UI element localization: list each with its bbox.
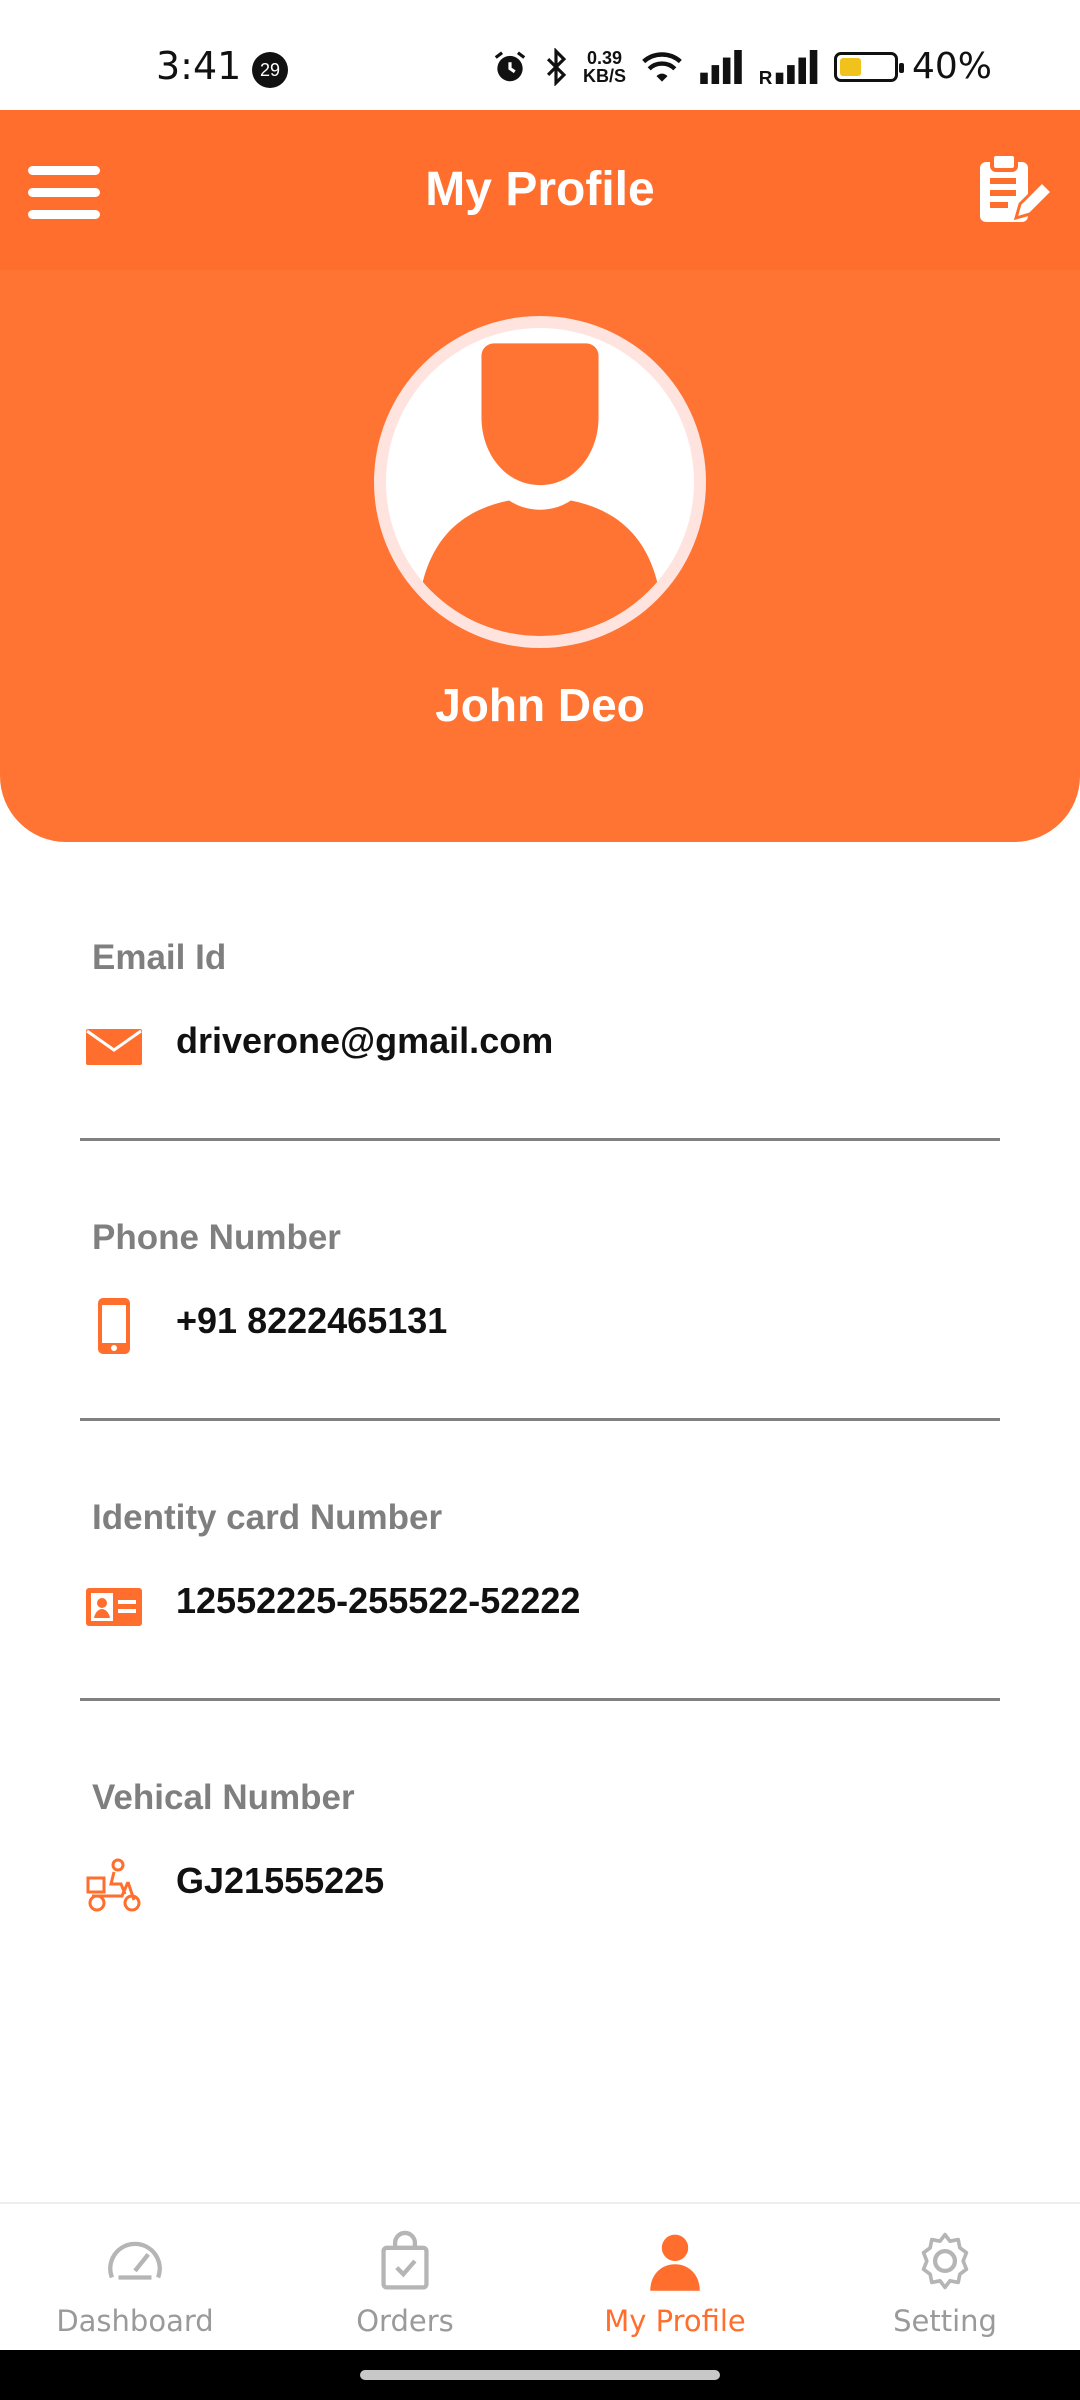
email-field: Email Id driverone@gmail.com bbox=[80, 938, 1000, 1148]
bluetooth-icon bbox=[546, 47, 567, 86]
phone-value: +91 8222465131 bbox=[176, 1300, 448, 1341]
vehicle-label: Vehical Number bbox=[92, 1778, 355, 1817]
phone-icon bbox=[98, 1298, 130, 1354]
page-title: My Profile bbox=[425, 163, 655, 216]
identity-card-label: Identity card Number bbox=[92, 1498, 443, 1537]
wifi-icon bbox=[642, 51, 682, 82]
app-bar: My Profile bbox=[0, 110, 1080, 270]
user-avatar-icon bbox=[416, 343, 664, 636]
nav-label-setting: Setting bbox=[893, 2304, 997, 2338]
email-value: driverone@gmail.com bbox=[176, 1020, 554, 1061]
status-icons: 0.39 KB/S R 40% bbox=[491, 46, 992, 87]
profile-screen: 3:41 29 0.39 KB/S R 40% My Profile John … bbox=[0, 0, 1080, 2400]
vehicle-value: GJ21555225 bbox=[176, 1860, 385, 1901]
battery-percent: 40% bbox=[911, 46, 992, 87]
nav-item-orders[interactable]: Orders bbox=[270, 2204, 540, 2352]
svg-text:R: R bbox=[759, 68, 773, 84]
user-name: John Deo bbox=[435, 679, 645, 731]
email-label: Email Id bbox=[92, 938, 227, 977]
divider bbox=[80, 1698, 1000, 1701]
gear-icon bbox=[921, 2232, 969, 2290]
person-icon bbox=[650, 2234, 700, 2291]
gesture-bar bbox=[0, 2350, 1080, 2400]
notification-count-badge: 29 bbox=[252, 52, 288, 88]
nav-label-dashboard: Dashboard bbox=[56, 2304, 214, 2338]
bottom-navigation: Dashboard Orders My Profile Setting bbox=[0, 2202, 1080, 2350]
identity-card-value: 12552225-255522-52222 bbox=[176, 1580, 581, 1621]
id-card-icon bbox=[86, 1588, 142, 1626]
status-time: 3:41 bbox=[156, 44, 242, 88]
delivery-scooter-icon bbox=[86, 1858, 141, 1912]
edit-clipboard-icon[interactable] bbox=[972, 150, 1052, 230]
speedometer-icon bbox=[108, 2241, 162, 2280]
divider bbox=[80, 1138, 1000, 1141]
roaming-signal-icon: R bbox=[759, 49, 818, 84]
user-avatar[interactable] bbox=[374, 316, 706, 648]
nav-label-my-profile: My Profile bbox=[604, 2304, 746, 2338]
nav-item-setting[interactable]: Setting bbox=[810, 2204, 1080, 2352]
phone-label: Phone Number bbox=[92, 1218, 341, 1257]
nav-item-dashboard[interactable]: Dashboard bbox=[0, 2204, 270, 2352]
battery-icon bbox=[833, 51, 904, 82]
home-gesture-handle[interactable] bbox=[360, 2370, 720, 2380]
shopping-bag-icon bbox=[381, 2230, 429, 2290]
battery-fill bbox=[839, 57, 861, 76]
phone-field: Phone Number +91 8222465131 bbox=[80, 1218, 1000, 1428]
network-speed-value: 0.39 bbox=[586, 47, 622, 68]
nav-item-my-profile[interactable]: My Profile bbox=[540, 2204, 810, 2352]
status-bar: 3:41 29 0.39 KB/S R 40% bbox=[0, 0, 1080, 110]
alarm-icon bbox=[494, 50, 526, 81]
network-speed: 0.39 KB/S bbox=[583, 49, 626, 85]
vehicle-field: Vehical Number GJ21555225 bbox=[80, 1778, 1000, 1988]
nav-label-orders: Orders bbox=[356, 2304, 454, 2338]
identity-card-field: Identity card Number 12552225-255522-522… bbox=[80, 1498, 1000, 1708]
divider bbox=[80, 1418, 1000, 1421]
signal-strength-icon bbox=[700, 49, 742, 84]
mail-icon bbox=[86, 1029, 142, 1065]
network-speed-unit: KB/S bbox=[582, 65, 626, 86]
